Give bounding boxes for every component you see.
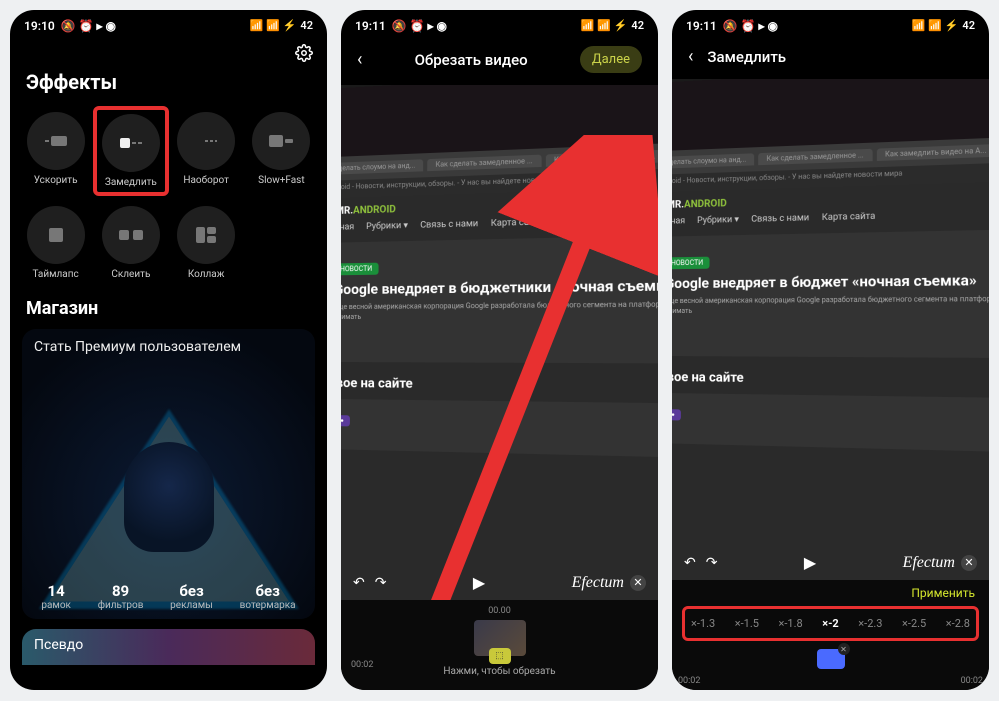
playback-row: ↶ ↷ ▶ Efectum ✕ xyxy=(672,553,989,572)
effect-slowfast[interactable]: Slow+Fast xyxy=(246,108,317,194)
status-icons-right: 📶 📶 ⚡42 xyxy=(912,19,975,32)
phone-screen-2: 19:11 🔕 ⏰ ▸ ◉ 📶 📶 ⚡42 ‹ Обрезать видео Д… xyxy=(341,10,658,690)
video-preview[interactable]: Как сделать слоумо на анд... Как сделать… xyxy=(341,85,658,600)
effects-title: Эффекты xyxy=(10,62,327,108)
phone-screen-1: 19:10 🔕 ⏰ ▸ ◉ 📶 📶 ⚡42 Эффекты Ускорить З… xyxy=(10,10,327,690)
speed-25[interactable]: ×-2.5 xyxy=(900,613,928,634)
phone-screen-3: 19:11 🔕 ⏰ ▸ ◉ 📶 📶 ⚡42 ‹ Замедлить Как сд… xyxy=(672,10,989,690)
redo-icon[interactable]: ↷ xyxy=(375,575,387,591)
effect-speedup[interactable]: Ускорить xyxy=(20,108,91,194)
status-time: 19:10 xyxy=(24,19,55,33)
screen-title: Обрезать видео xyxy=(415,51,528,69)
pseudo-card[interactable]: Псевдо xyxy=(22,629,315,665)
status-icons-right: 📶 📶 ⚡42 xyxy=(250,19,313,32)
statusbar: 19:11 🔕 ⏰ ▸ ◉ 📶 📶 ⚡42 xyxy=(341,10,658,36)
trim-hint: Нажми, чтобы обрезать xyxy=(351,666,648,677)
time-left: 00:02 xyxy=(678,676,700,686)
trim-handle[interactable]: ⬚ xyxy=(489,648,511,664)
redo-icon[interactable]: ↷ xyxy=(706,555,718,571)
effect-reverse[interactable]: Наоборот xyxy=(171,108,242,194)
screen-title: Замедлить xyxy=(693,48,973,66)
topbar: ‹ Замедлить xyxy=(672,36,989,79)
status-icons-right: 📶 📶 ⚡42 xyxy=(581,19,644,32)
play-icon[interactable]: ▶ xyxy=(804,553,816,572)
next-button[interactable]: Далее xyxy=(580,46,642,73)
segment-close-icon[interactable]: ✕ xyxy=(838,643,850,655)
speed-area: Применить ×-1.3 ×-1.5 ×-1.8 ×-2 ×-2.3 ×-… xyxy=(672,580,989,690)
speed-selector: ×-1.3 ×-1.5 ×-1.8 ×-2 ×-2.3 ×-2.5 ×-2.8 xyxy=(682,606,979,641)
gear-icon[interactable] xyxy=(295,44,313,62)
statusbar: 19:11 🔕 ⏰ ▸ ◉ 📶 📶 ⚡42 xyxy=(672,10,989,36)
status-time: 19:11 xyxy=(355,19,386,33)
status-icons-left: 🔕 ⏰ ▸ ◉ xyxy=(392,19,447,33)
effect-slowdown[interactable]: Замедлить xyxy=(93,106,168,196)
speed-28[interactable]: ×-2.8 xyxy=(944,613,972,634)
video-preview[interactable]: Как сделать слоумо на анд... Как сделать… xyxy=(672,79,989,580)
speed-18[interactable]: ×-1.8 xyxy=(777,613,805,634)
trim-area: 00.00 ⬚ 00:02 Нажми, чтобы обрезать xyxy=(341,600,658,690)
undo-icon[interactable]: ↶ xyxy=(684,555,696,571)
close-icon[interactable]: ✕ xyxy=(961,555,977,571)
statusbar: 19:10 🔕 ⏰ ▸ ◉ 📶 📶 ⚡42 xyxy=(10,10,327,36)
brand-watermark: Efectum ✕ xyxy=(572,574,646,592)
trim-time-left: 00:02 xyxy=(351,660,373,670)
effect-merge[interactable]: Склеить xyxy=(95,202,166,284)
status-icons-left: 🔕 ⏰ ▸ ◉ xyxy=(61,19,116,33)
time-right: 00:02 xyxy=(961,676,983,686)
premium-stats: 14рамок 89фильтров безрекламы безвотерма… xyxy=(22,582,315,611)
speed-23[interactable]: ×-2.3 xyxy=(856,613,884,634)
effect-collage[interactable]: Коллаж xyxy=(171,202,242,284)
topbar: ‹ Обрезать видео Далее xyxy=(341,36,658,85)
effect-timelapse[interactable]: Таймлапс xyxy=(20,202,91,284)
premium-label: Стать Премиум пользователем xyxy=(34,339,241,355)
speed-2[interactable]: ×-2 xyxy=(820,613,840,634)
effects-grid: Ускорить Замедлить Наоборот Slow+Fast Та… xyxy=(10,108,327,290)
speed-15[interactable]: ×-1.5 xyxy=(733,613,761,634)
store-title: Магазин xyxy=(10,290,327,329)
apply-button[interactable]: Применить xyxy=(911,586,975,600)
speed-13[interactable]: ×-1.3 xyxy=(689,613,717,634)
undo-icon[interactable]: ↶ xyxy=(353,575,365,591)
brand-watermark: Efectum ✕ xyxy=(903,554,977,572)
premium-card[interactable]: Стать Премиум пользователем 14рамок 89фи… xyxy=(22,329,315,619)
status-icons-left: 🔕 ⏰ ▸ ◉ xyxy=(723,19,778,33)
play-icon[interactable]: ▶ xyxy=(473,573,485,592)
status-time: 19:11 xyxy=(686,19,717,33)
close-icon[interactable]: ✕ xyxy=(630,575,646,591)
speed-track[interactable]: ✕ xyxy=(680,649,981,677)
playback-row: ↶ ↷ ▶ Efectum ✕ xyxy=(341,573,658,592)
trim-time-top: 00.00 xyxy=(351,606,648,616)
back-icon[interactable]: ‹ xyxy=(357,49,362,70)
